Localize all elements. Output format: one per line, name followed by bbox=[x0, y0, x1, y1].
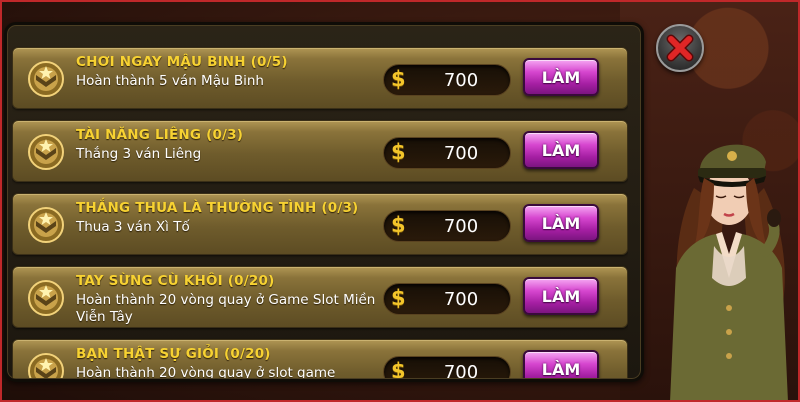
rank-medal-icon bbox=[28, 280, 64, 316]
close-x-icon bbox=[666, 34, 694, 62]
reward-amount: 700 bbox=[443, 70, 479, 91]
quest-description: Hoàn thành 5 ván Mậu Binh bbox=[76, 73, 264, 89]
do-quest-button[interactable]: LÀM bbox=[523, 204, 599, 242]
quest-row: TAY SỪNG CÙ KHÔI (0/20) Hoàn thành 20 vò… bbox=[12, 266, 628, 328]
rank-medal-icon bbox=[28, 353, 64, 378]
reward-box: $ 700 bbox=[383, 64, 511, 96]
quest-title: BẠN THẬT SỰ GIỎI (0/20) bbox=[76, 346, 271, 362]
rank-medal-icon bbox=[28, 134, 64, 170]
reward-amount: 700 bbox=[443, 143, 479, 164]
quest-row: CHƠI NGAY MẬU BINH (0/5) Hoàn thành 5 vá… bbox=[12, 47, 628, 109]
quest-title: THẮNG THUA LÀ THƯỜNG TÌNH (0/3) bbox=[76, 200, 359, 216]
quest-description: Thắng 3 ván Liêng bbox=[76, 146, 202, 162]
rank-medal-icon bbox=[28, 207, 64, 243]
dollar-coin-icon: $ bbox=[391, 67, 406, 91]
quest-title: TÀI NĂNG LIÊNG (0/3) bbox=[76, 127, 244, 143]
dollar-coin-icon: $ bbox=[391, 286, 406, 310]
officer-character-illustration bbox=[670, 144, 788, 402]
do-quest-label: LÀM bbox=[541, 287, 581, 306]
dollar-coin-icon: $ bbox=[391, 213, 406, 237]
quest-title: TAY SỪNG CÙ KHÔI (0/20) bbox=[76, 273, 275, 289]
do-quest-button[interactable]: LÀM bbox=[523, 277, 599, 315]
quest-row: THẮNG THUA LÀ THƯỜNG TÌNH (0/3) Thua 3 v… bbox=[12, 193, 628, 255]
quest-description: Hoàn thành 20 vòng quay ở Game Slot Miền… bbox=[76, 292, 376, 325]
dollar-coin-icon: $ bbox=[391, 359, 406, 378]
do-quest-button[interactable]: LÀM bbox=[523, 58, 599, 96]
reward-amount: 700 bbox=[443, 362, 479, 378]
do-quest-label: LÀM bbox=[541, 214, 581, 233]
quest-list[interactable]: CHƠI NGAY MẬU BINH (0/5) Hoàn thành 5 vá… bbox=[12, 38, 628, 378]
do-quest-button[interactable]: LÀM bbox=[523, 350, 599, 378]
dollar-coin-icon: $ bbox=[391, 140, 406, 164]
quest-row: BẠN THẬT SỰ GIỎI (0/20) Hoàn thành 20 vò… bbox=[12, 339, 628, 378]
quest-title: CHƠI NGAY MẬU BINH (0/5) bbox=[76, 54, 288, 70]
quest-description: Thua 3 ván Xì Tố bbox=[76, 219, 190, 235]
reward-box: $ 700 bbox=[383, 210, 511, 242]
reward-box: $ 700 bbox=[383, 356, 511, 378]
do-quest-label: LÀM bbox=[541, 141, 581, 160]
quest-row: TÀI NĂNG LIÊNG (0/3) Thắng 3 ván Liêng $… bbox=[12, 120, 628, 182]
do-quest-label: LÀM bbox=[541, 360, 581, 378]
close-button[interactable] bbox=[656, 24, 704, 72]
do-quest-label: LÀM bbox=[541, 68, 581, 87]
reward-amount: 700 bbox=[443, 216, 479, 237]
quest-description: Hoàn thành 20 vòng quay ở slot game bbox=[76, 365, 336, 378]
reward-box: $ 700 bbox=[383, 283, 511, 315]
reward-box: $ 700 bbox=[383, 137, 511, 169]
reward-amount: 700 bbox=[443, 289, 479, 310]
do-quest-button[interactable]: LÀM bbox=[523, 131, 599, 169]
rank-medal-icon bbox=[28, 61, 64, 97]
